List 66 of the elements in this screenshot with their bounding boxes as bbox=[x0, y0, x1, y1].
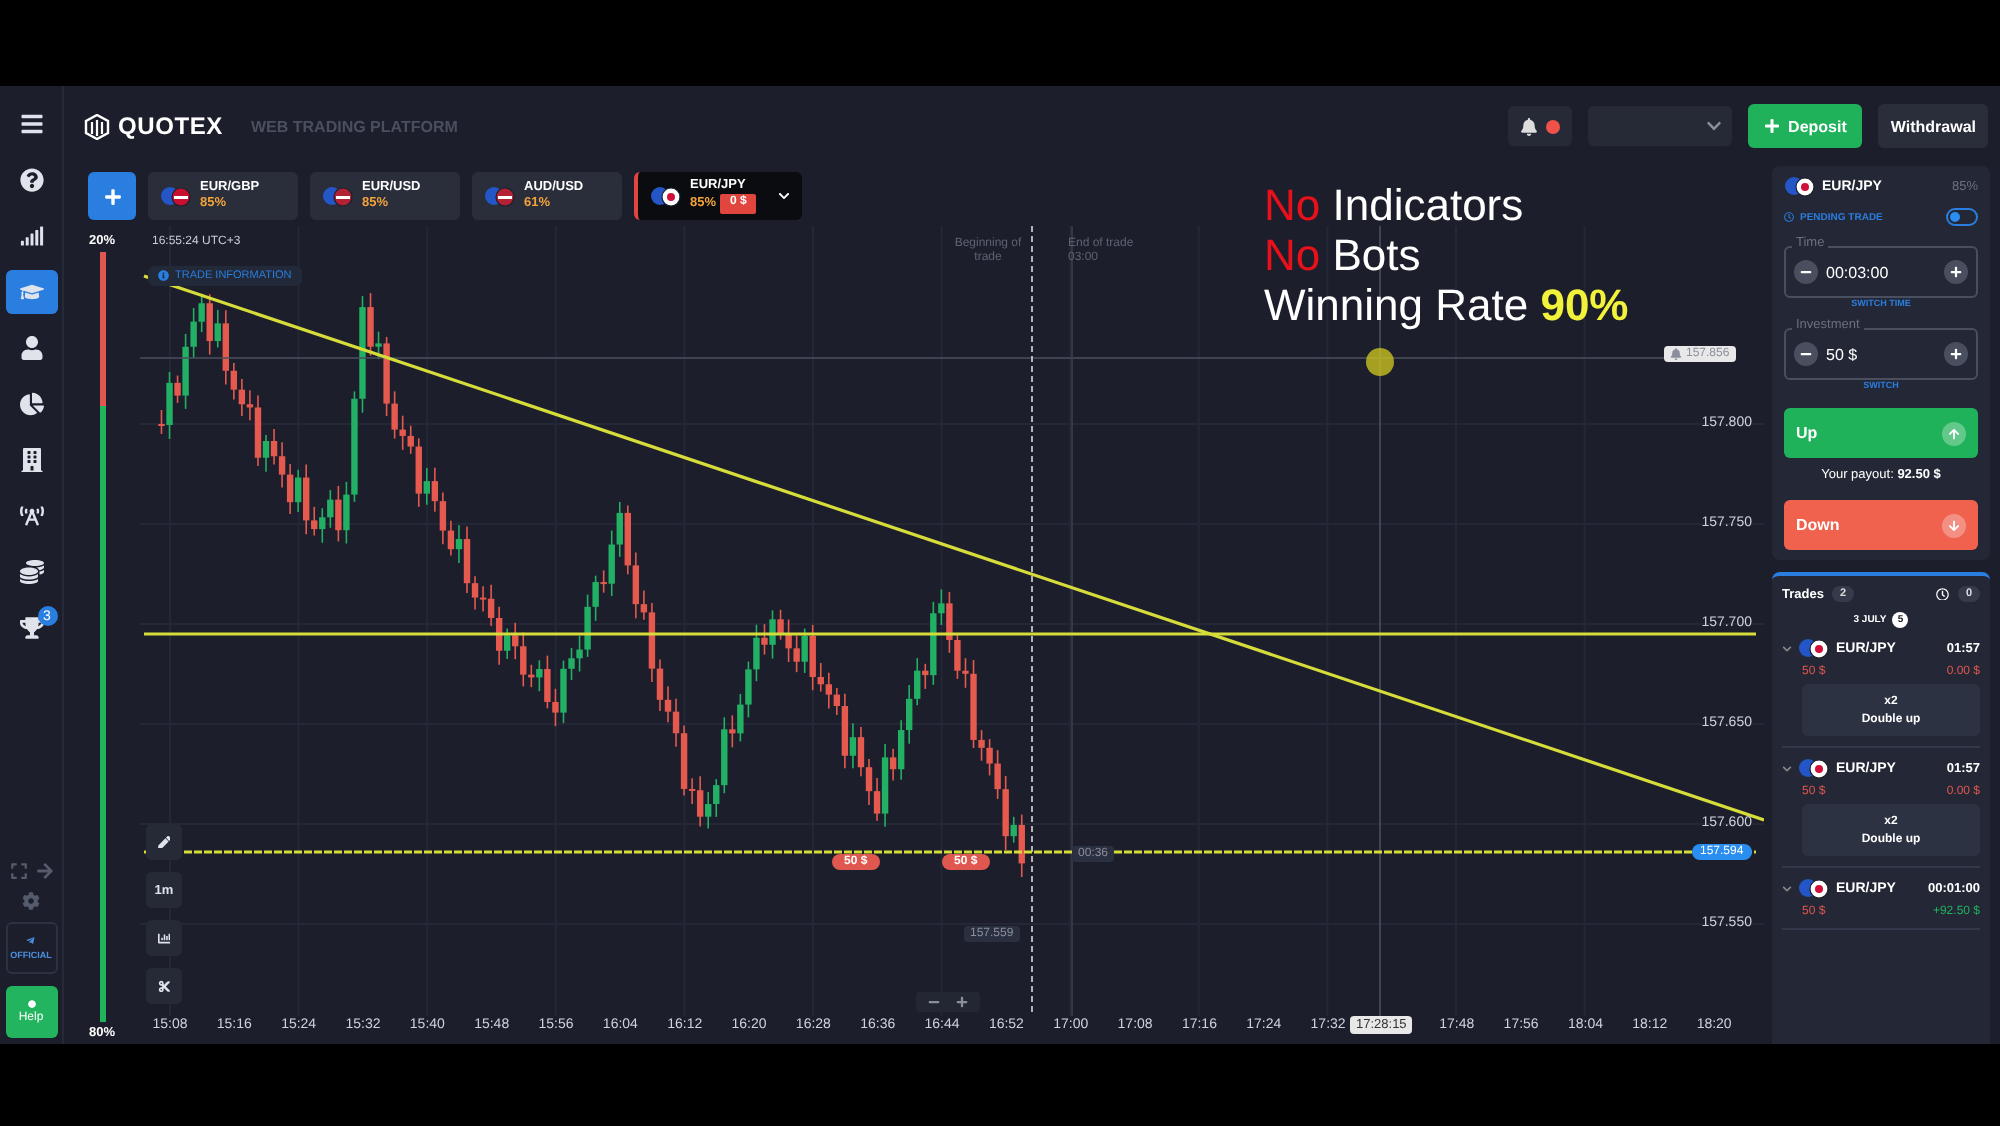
flag-icon bbox=[1798, 638, 1830, 660]
increase-button[interactable] bbox=[1944, 260, 1968, 284]
pencil-icon bbox=[157, 835, 171, 849]
arrow-down-icon bbox=[1942, 513, 1966, 537]
menu-icon bbox=[19, 112, 43, 136]
graduation-cap-icon bbox=[19, 280, 43, 304]
bar-chart-icon bbox=[19, 224, 43, 248]
help-icon bbox=[19, 168, 43, 192]
plus-icon bbox=[1950, 348, 1962, 360]
add-asset-button[interactable] bbox=[88, 172, 136, 220]
logo-icon bbox=[84, 113, 110, 139]
minus-icon bbox=[1800, 266, 1812, 278]
increase-button[interactable] bbox=[1944, 342, 1968, 366]
clock-icon bbox=[1936, 587, 1950, 601]
minus-icon bbox=[1800, 348, 1812, 360]
chart-type-button[interactable] bbox=[146, 920, 182, 956]
notifications-button[interactable] bbox=[1508, 106, 1573, 146]
arrow-up-icon bbox=[1942, 421, 1966, 445]
chevron-down-icon bbox=[778, 190, 790, 202]
flag-icon bbox=[1798, 878, 1830, 900]
expand-icon[interactable] bbox=[9, 862, 27, 880]
paper-plane-icon bbox=[26, 936, 36, 946]
flag-icon bbox=[484, 185, 516, 207]
bell-icon bbox=[1670, 348, 1682, 360]
plus-icon bbox=[103, 187, 121, 205]
flag-icon bbox=[1784, 176, 1816, 198]
plus-icon bbox=[956, 996, 968, 1008]
overlay-caption: No Bots bbox=[1264, 232, 1421, 279]
nav-button[interactable] bbox=[5, 270, 57, 314]
time-value: 00:03:00 bbox=[1824, 263, 1891, 281]
flag-icon bbox=[1798, 758, 1830, 780]
chevron-down-icon bbox=[1706, 118, 1723, 134]
user-icon bbox=[19, 336, 43, 360]
coins-icon bbox=[19, 560, 43, 584]
plus-icon bbox=[1764, 118, 1781, 134]
building-icon bbox=[19, 448, 43, 472]
withdrawal-button[interactable]: Withdrawal bbox=[1878, 104, 1988, 148]
tools-button[interactable] bbox=[146, 968, 182, 1004]
minus-icon bbox=[928, 996, 940, 1008]
pie-chart-icon bbox=[19, 392, 43, 416]
overlay-caption: No Indicators bbox=[1264, 182, 1524, 229]
flag-icon bbox=[322, 185, 354, 207]
scissors-icon bbox=[157, 979, 171, 993]
arrow-right-icon[interactable] bbox=[35, 862, 53, 880]
flag-icon bbox=[160, 185, 192, 207]
clock-icon bbox=[1784, 212, 1794, 222]
flag-icon bbox=[650, 185, 682, 207]
decrease-button[interactable] bbox=[1794, 342, 1818, 366]
bell-icon bbox=[1520, 117, 1539, 135]
chevron-down-icon[interactable] bbox=[1782, 644, 1792, 654]
info-icon bbox=[158, 270, 169, 282]
trophy-icon bbox=[19, 616, 43, 640]
plus-icon bbox=[1950, 266, 1962, 278]
chevron-down-icon[interactable] bbox=[1782, 884, 1792, 894]
notification-dot bbox=[1546, 119, 1561, 133]
decrease-button[interactable] bbox=[1794, 260, 1818, 284]
draw-tool-button[interactable] bbox=[146, 824, 182, 860]
logo-text: QUOTEX bbox=[118, 112, 223, 140]
pending-trade-toggle[interactable] bbox=[1946, 208, 1978, 226]
investment-value: 50 $ bbox=[1824, 345, 1860, 363]
bar-chart-icon bbox=[157, 931, 171, 945]
chevron-down-icon[interactable] bbox=[1782, 764, 1792, 774]
cursor-highlight bbox=[1366, 348, 1394, 376]
broadcast-icon bbox=[19, 504, 43, 528]
overlay-caption: Winning Rate 90% bbox=[1264, 282, 1629, 329]
settings-icon[interactable] bbox=[22, 892, 40, 910]
